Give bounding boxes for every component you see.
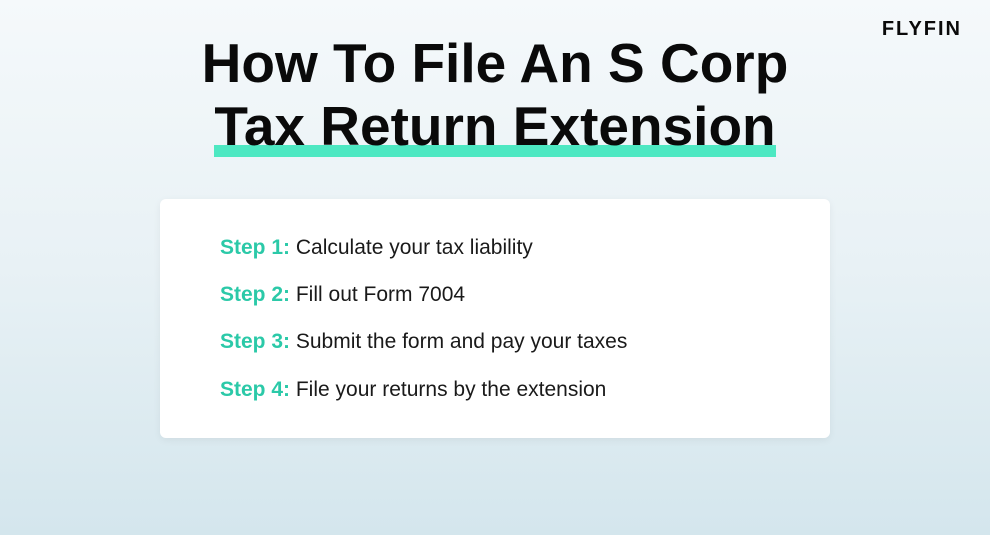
steps-card: Step 1: Calculate your tax liability Ste…	[160, 199, 830, 439]
step-row: Step 2: Fill out Form 7004	[220, 280, 770, 309]
step-row: Step 1: Calculate your tax liability	[220, 233, 770, 262]
step-text: Fill out Form 7004	[296, 283, 465, 306]
step-text: Submit the form and pay your taxes	[296, 330, 628, 353]
step-label: Step 3:	[220, 330, 290, 353]
main-content: How To File An S Corp Tax Return Extensi…	[0, 0, 990, 438]
step-row: Step 3: Submit the form and pay your tax…	[220, 327, 770, 356]
title-line-2: Tax Return Extension	[214, 95, 775, 158]
step-text: File your returns by the extension	[296, 378, 607, 401]
page-title: How To File An S Corp Tax Return Extensi…	[202, 32, 789, 159]
step-label: Step 1:	[220, 236, 290, 259]
title-line-1: How To File An S Corp	[202, 32, 789, 94]
step-label: Step 4:	[220, 378, 290, 401]
brand-logo: FLYFIN	[882, 18, 962, 41]
step-row: Step 4: File your returns by the extensi…	[220, 375, 770, 404]
step-label: Step 2:	[220, 283, 290, 306]
step-text: Calculate your tax liability	[296, 236, 533, 259]
